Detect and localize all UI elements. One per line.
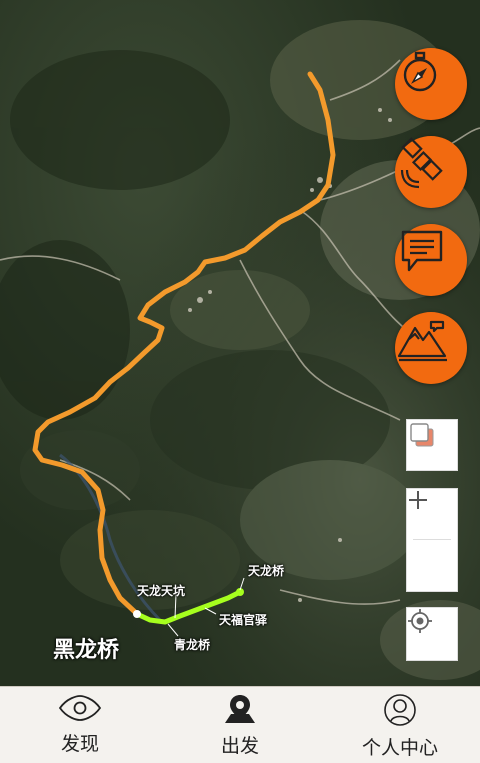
tab-profile[interactable]: 个人中心 <box>320 687 480 763</box>
tab-discover[interactable]: 发现 <box>0 687 160 763</box>
label-tianlong-tiankeng[interactable]: 天龙天坑 <box>137 582 185 599</box>
satellite-button[interactable] <box>395 136 467 208</box>
mountain-button[interactable] <box>395 312 467 384</box>
label-heilong-bridge[interactable]: 黑龙桥 <box>53 632 119 664</box>
chat-button[interactable] <box>395 224 467 296</box>
eye-icon <box>58 695 102 721</box>
layers-icon <box>410 423 434 447</box>
label-tianlong-bridge[interactable]: 天龙桥 <box>248 562 284 579</box>
label-qinglong-bridge[interactable]: 青龙桥 <box>174 636 210 653</box>
compass-button[interactable] <box>395 48 467 120</box>
locate-button[interactable] <box>406 607 458 661</box>
bottom-tab-bar: 发现 出发 个人中心 <box>0 686 480 763</box>
tab-discover-label: 发现 <box>60 733 99 755</box>
map-pin-icon <box>225 695 255 723</box>
tab-depart[interactable]: 出发 <box>160 687 320 763</box>
satellite-icon <box>400 137 443 189</box>
start-marker[interactable] <box>133 610 141 618</box>
user-icon <box>384 694 416 726</box>
label-tianfu-guanyi[interactable]: 天福官驿 <box>219 611 267 628</box>
minus-icon <box>409 499 427 501</box>
zoom-control <box>406 488 458 592</box>
layers-button[interactable] <box>406 419 458 471</box>
tab-depart-label: 出发 <box>220 735 259 757</box>
compass-icon <box>403 51 437 92</box>
mountain-icon <box>397 320 447 362</box>
zoom-out-button[interactable] <box>407 499 457 590</box>
chat-icon <box>401 230 443 272</box>
tab-profile-label: 个人中心 <box>361 737 438 759</box>
satellite-map[interactable]: 天龙桥 天龙天坑 天福官驿 青龙桥 黑龙桥 <box>0 0 480 686</box>
locate-icon <box>408 609 432 633</box>
